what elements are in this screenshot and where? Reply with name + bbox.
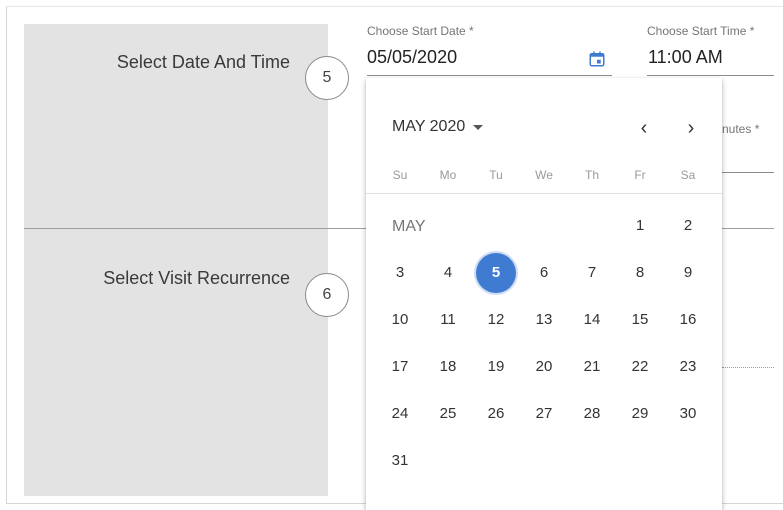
- weekday-su: Su: [392, 168, 408, 182]
- day-label: 22: [631, 358, 649, 375]
- day-25[interactable]: 25: [424, 390, 472, 437]
- duration-underline: [722, 172, 774, 173]
- day-blank: [424, 202, 472, 249]
- start-time-underline: [647, 75, 774, 76]
- day-17[interactable]: 17: [376, 343, 424, 390]
- day-label: 2: [683, 217, 693, 234]
- day-label: 29: [631, 405, 649, 422]
- day-label: 9: [683, 264, 693, 281]
- day-3[interactable]: 3: [376, 249, 424, 296]
- day-label: 31: [391, 452, 409, 469]
- start-time-label: Choose Start Time *: [647, 24, 755, 38]
- day-blank: [376, 202, 424, 249]
- day-16[interactable]: 16: [664, 296, 712, 343]
- day-label: 28: [583, 405, 601, 422]
- weekday-mo: Mo: [439, 168, 457, 182]
- day-7[interactable]: 7: [568, 249, 616, 296]
- day-label: 6: [539, 264, 549, 281]
- day-8[interactable]: 8: [616, 249, 664, 296]
- day-6[interactable]: 6: [520, 249, 568, 296]
- day-blank: [520, 202, 568, 249]
- weekday-we: We: [535, 168, 553, 182]
- weekday-sa: Sa: [680, 168, 696, 182]
- day-label: 24: [391, 405, 409, 422]
- day-label: 20: [535, 358, 553, 375]
- day-27[interactable]: 27: [520, 390, 568, 437]
- weekday-th: Th: [584, 168, 599, 182]
- day-21[interactable]: 21: [568, 343, 616, 390]
- weekday-header: Su Mo Tu We Th Fr Sa: [376, 168, 712, 182]
- day-19[interactable]: 19: [472, 343, 520, 390]
- day-14[interactable]: 14: [568, 296, 616, 343]
- step-label-visit-recurrence: Select Visit Recurrence: [103, 268, 290, 288]
- day-blank: [472, 202, 520, 249]
- day-5[interactable]: 5: [472, 249, 520, 296]
- duration-label: nutes *: [722, 122, 760, 136]
- day-24[interactable]: 24: [376, 390, 424, 437]
- day-label: 26: [487, 405, 505, 422]
- day-18[interactable]: 18: [424, 343, 472, 390]
- day-28[interactable]: 28: [568, 390, 616, 437]
- date-picker-popup: MAY 2020 ‹ › Su Mo Tu We Th Fr Sa MAY 12345678…: [366, 78, 722, 510]
- day-9[interactable]: 9: [664, 249, 712, 296]
- day-label: 16: [679, 311, 697, 328]
- day-label: 8: [635, 264, 645, 281]
- day-4[interactable]: 4: [424, 249, 472, 296]
- day-label: 10: [391, 311, 409, 328]
- day-label: 18: [439, 358, 457, 375]
- day-label: 25: [439, 405, 457, 422]
- day-label: 15: [631, 311, 649, 328]
- start-time-input[interactable]: 11:00 AM: [648, 47, 723, 68]
- caret-down-icon: [473, 124, 484, 130]
- day-label: 23: [679, 358, 697, 375]
- calendar-icon[interactable]: [588, 50, 606, 68]
- step-label-date-time: Select Date And Time: [116, 52, 290, 72]
- day-label: 7: [587, 264, 597, 281]
- day-2[interactable]: 2: [664, 202, 712, 249]
- day-13[interactable]: 13: [520, 296, 568, 343]
- day-label: 17: [391, 358, 409, 375]
- weekday-fr: Fr: [634, 168, 646, 182]
- day-15[interactable]: 15: [616, 296, 664, 343]
- start-date-input[interactable]: 05/05/2020: [367, 47, 457, 68]
- day-10[interactable]: 10: [376, 296, 424, 343]
- day-label: 3: [395, 264, 405, 281]
- dotted-underline: [722, 367, 774, 368]
- step-number-5: 5: [305, 56, 349, 100]
- steps-panel: [24, 24, 328, 496]
- day-blank: [568, 202, 616, 249]
- day-label: 12: [487, 311, 505, 328]
- day-label: 21: [583, 358, 601, 375]
- day-30[interactable]: 30: [664, 390, 712, 437]
- day-11[interactable]: 11: [424, 296, 472, 343]
- month-year-label: MAY 2020: [392, 118, 466, 135]
- day-label: 11: [440, 311, 456, 328]
- day-20[interactable]: 20: [520, 343, 568, 390]
- day-label: 30: [679, 405, 697, 422]
- month-year-selector[interactable]: MAY 2020: [392, 118, 484, 136]
- day-26[interactable]: 26: [472, 390, 520, 437]
- day-label: 4: [443, 264, 453, 281]
- day-31[interactable]: 31: [376, 437, 424, 484]
- day-label: 5: [476, 252, 516, 293]
- day-label: 19: [487, 358, 505, 375]
- step-number-6: 6: [305, 273, 349, 317]
- start-date-label: Choose Start Date *: [367, 24, 474, 38]
- chevron-left-icon[interactable]: ‹: [632, 116, 656, 140]
- day-label: 14: [583, 311, 601, 328]
- start-date-underline: [367, 75, 612, 76]
- day-label: 1: [635, 217, 645, 234]
- day-22[interactable]: 22: [616, 343, 664, 390]
- day-23[interactable]: 23: [664, 343, 712, 390]
- day-grid: 1 2 3 4 5 6 7 8 9 10 11 12 13 14 15 16 17 18 19 20 21 22 23 24 2…: [376, 202, 712, 484]
- day-12[interactable]: 12: [472, 296, 520, 343]
- calendar-separator: [366, 193, 722, 194]
- day-1[interactable]: 1: [616, 202, 664, 249]
- day-label: 13: [535, 311, 553, 328]
- day-29[interactable]: 29: [616, 390, 664, 437]
- chevron-right-icon[interactable]: ›: [679, 116, 703, 140]
- weekday-tu: Tu: [489, 168, 503, 182]
- day-label: 27: [535, 405, 553, 422]
